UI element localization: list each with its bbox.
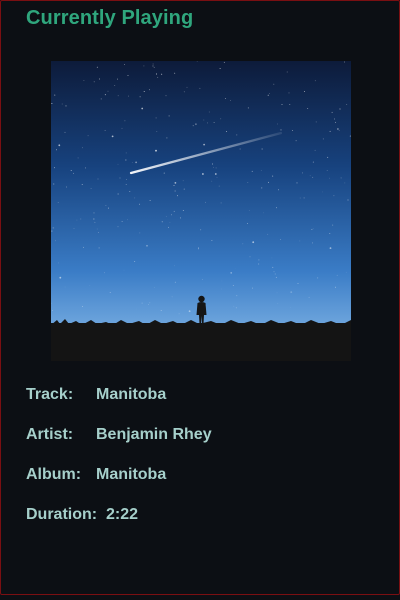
artist-value: Benjamin Rhey: [96, 426, 212, 443]
duration-label: Duration:: [26, 506, 98, 523]
track-row: Track: Manitoba: [26, 386, 166, 404]
track-label: Track:: [26, 386, 74, 403]
artist-label: Artist:: [26, 426, 74, 443]
artist-row: Artist: Benjamin Rhey: [26, 426, 212, 444]
duration-value: 2:22: [106, 506, 139, 523]
album-row: Album: Manitoba: [26, 466, 166, 484]
page-title: Currently Playing: [26, 7, 194, 29]
duration-row: Duration: 2:22: [26, 506, 138, 524]
album-art-image: [51, 61, 351, 361]
player-panel: Currently Playing Track: Manitoba Artist…: [0, 0, 400, 595]
album-value: Manitoba: [96, 466, 167, 483]
album-label: Album:: [26, 466, 82, 483]
track-value: Manitoba: [96, 386, 167, 403]
album-art: [51, 61, 351, 361]
